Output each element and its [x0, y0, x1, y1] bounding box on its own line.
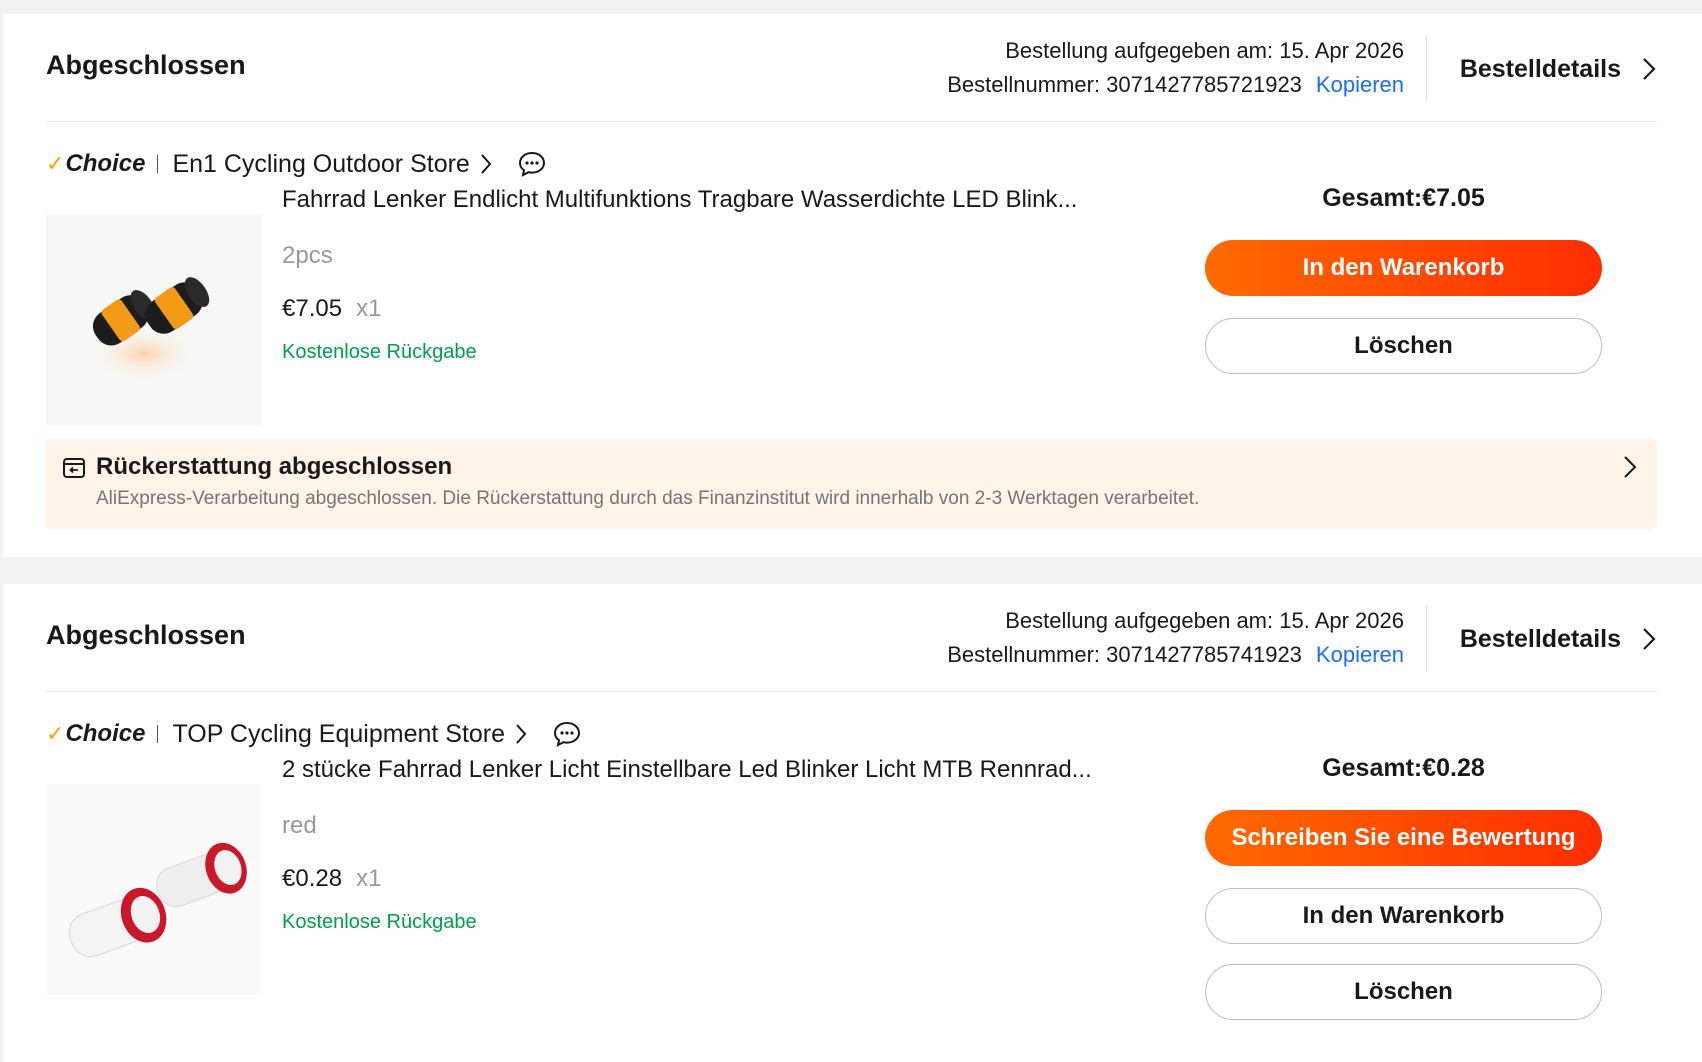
product-image[interactable] — [46, 214, 261, 425]
product-variant: red — [282, 812, 317, 839]
product-quantity: x1 — [356, 295, 382, 322]
choice-check-icon: ✓ — [46, 151, 65, 176]
choice-check-icon: ✓ — [46, 721, 65, 746]
chevron-right-icon — [481, 154, 492, 174]
free-return-label: Kostenlose Rückgabe — [282, 341, 477, 363]
product-price: €7.05 — [282, 295, 343, 322]
copy-order-number-link[interactable]: Kopieren — [1316, 72, 1404, 97]
order-details-link[interactable]: Bestelldetails — [1447, 49, 1657, 89]
bike-light-image — [84, 277, 210, 384]
order-details-label: Bestelldetails — [1459, 624, 1621, 653]
order-number-row: Bestellnummer: 3071427785721923 Kopieren — [947, 68, 1404, 102]
choice-label: Choice — [65, 720, 146, 747]
product-title-link[interactable]: Fahrrad Lenker Endlicht Multifunktions T… — [282, 186, 1077, 214]
product-variant: 2pcs — [282, 242, 333, 269]
refund-status-banner[interactable]: Rückerstattung abgeschlossen AliExpress-… — [46, 439, 1657, 529]
order-total: Gesamt:€7.05 — [1322, 184, 1485, 212]
order-date: Bestellung aufgegeben am: 15. Apr 2026 — [1005, 608, 1404, 633]
chevron-right-icon — [1624, 456, 1637, 478]
chevron-right-icon — [1643, 58, 1656, 80]
copy-order-number-link[interactable]: Kopieren — [1316, 642, 1404, 667]
choice-separator — [157, 155, 159, 173]
add-to-cart-button[interactable]: In den Warenkorb — [1205, 888, 1602, 944]
delete-order-button[interactable]: Löschen — [1205, 318, 1602, 374]
add-to-cart-button[interactable]: In den Warenkorb — [1205, 240, 1602, 296]
order-meta: Bestellung aufgegeben am: 15. Apr 2026 B… — [947, 34, 1404, 102]
product-price: €0.28 — [282, 865, 343, 892]
product-title-link[interactable]: 2 stücke Fahrrad Lenker Licht Einstellba… — [282, 756, 1092, 784]
order-header: Abgeschlossen Bestellung aufgegeben am: … — [46, 14, 1657, 122]
store-row: ✓ Choice En1 Cycling Outdoor Store — [46, 144, 546, 184]
price-line: €0.28 x1 — [282, 865, 381, 893]
refund-title: Rückerstattung abgeschlossen — [96, 453, 453, 480]
order-meta: Bestellung aufgegeben am: 15. Apr 2026 B… — [947, 604, 1404, 672]
store-name-link[interactable]: En1 Cycling Outdoor Store — [172, 150, 469, 179]
order-details-link[interactable]: Bestelldetails — [1447, 619, 1657, 659]
store-row: ✓ Choice TOP Cycling Equipment Store — [46, 714, 581, 754]
order-status: Abgeschlossen — [46, 50, 246, 80]
chat-bubble-icon[interactable] — [518, 151, 546, 177]
order-number-row: Bestellnummer: 3071427785741923 Kopieren — [947, 638, 1404, 672]
choice-separator — [157, 725, 159, 743]
store-name-link[interactable]: TOP Cycling Equipment Store — [172, 720, 505, 749]
free-return-label: Kostenlose Rückgabe — [282, 911, 477, 933]
write-review-button[interactable]: Schreiben Sie eine Bewertung — [1205, 810, 1602, 866]
chat-bubble-icon[interactable] — [553, 721, 581, 747]
choice-label: Choice — [65, 150, 146, 177]
order-status: Abgeschlossen — [46, 620, 246, 650]
order-card: Abgeschlossen Bestellung aufgegeben am: … — [3, 584, 1702, 1062]
order-card: Abgeschlossen Bestellung aufgegeben am: … — [3, 14, 1702, 557]
refund-description: AliExpress-Verarbeitung abgeschlossen. D… — [96, 488, 1200, 509]
order-date: Bestellung aufgegeben am: 15. Apr 2026 — [1005, 38, 1404, 63]
choice-badge: ✓ Choice — [46, 150, 145, 178]
chevron-right-icon — [516, 724, 527, 744]
header-divider — [1426, 606, 1427, 672]
order-total: Gesamt:€0.28 — [1322, 754, 1485, 782]
chevron-right-icon — [1643, 628, 1656, 650]
order-details-label: Bestelldetails — [1459, 54, 1621, 83]
order-header: Abgeschlossen Bestellung aufgegeben am: … — [46, 584, 1657, 692]
product-image[interactable] — [46, 784, 261, 995]
product-quantity: x1 — [356, 865, 382, 892]
header-divider — [1426, 36, 1427, 102]
refund-icon — [63, 458, 85, 478]
order-number: Bestellnummer: 3071427785741923 — [947, 642, 1302, 667]
bike-light-image — [68, 842, 247, 958]
price-line: €7.05 x1 — [282, 295, 381, 323]
order-number: Bestellnummer: 3071427785721923 — [947, 72, 1302, 97]
choice-badge: ✓ Choice — [46, 720, 145, 748]
delete-order-button[interactable]: Löschen — [1205, 964, 1602, 1020]
